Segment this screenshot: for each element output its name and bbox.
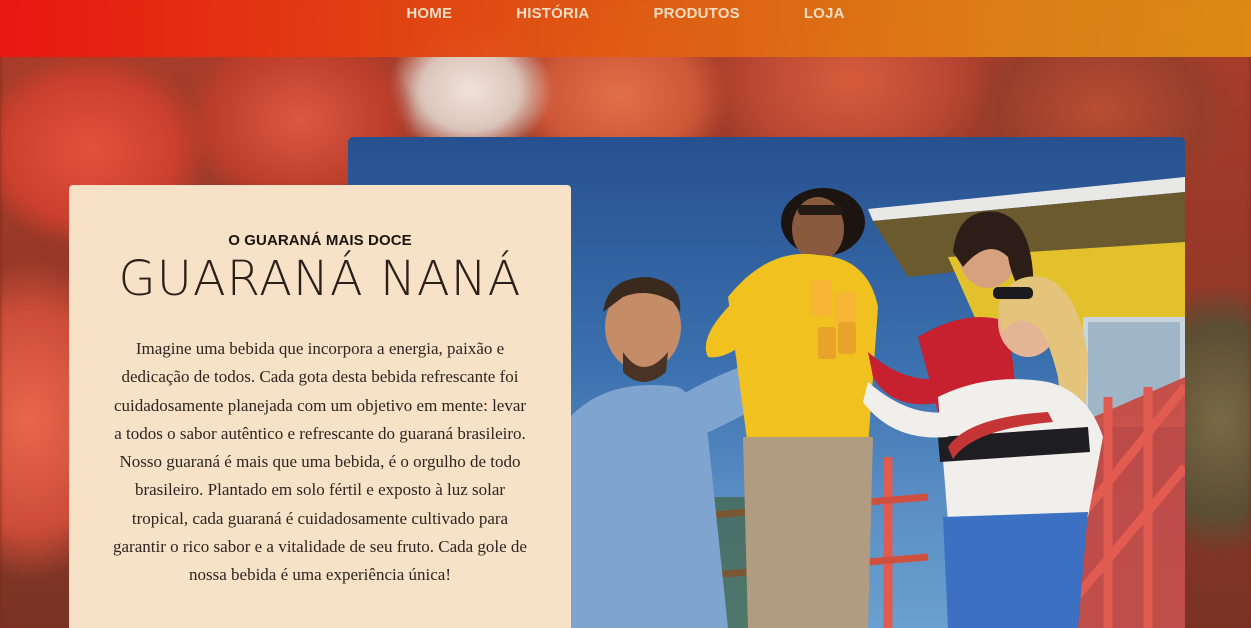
- hero-info-card: O GUARANÁ MAIS DOCE GUARANÁ NANÁ Imagine…: [69, 185, 571, 628]
- top-navbar: HOME HISTÓRIA PRODUTOS LOJA: [0, 0, 1251, 57]
- nav-link-loja[interactable]: LOJA: [804, 5, 845, 22]
- nav-link-produtos[interactable]: PRODUTOS: [653, 5, 739, 22]
- hero-description: Imagine uma bebida que incorpora a energ…: [113, 339, 527, 585]
- nav-menu: HOME HISTÓRIA PRODUTOS LOJA: [0, 5, 1251, 22]
- nav-link-home[interactable]: HOME: [406, 5, 452, 22]
- hero-title: GUARANÁ NANÁ: [118, 251, 522, 307]
- nav-link-historia[interactable]: HISTÓRIA: [516, 5, 589, 22]
- hero-subtitle: O GUARANÁ MAIS DOCE: [228, 232, 412, 249]
